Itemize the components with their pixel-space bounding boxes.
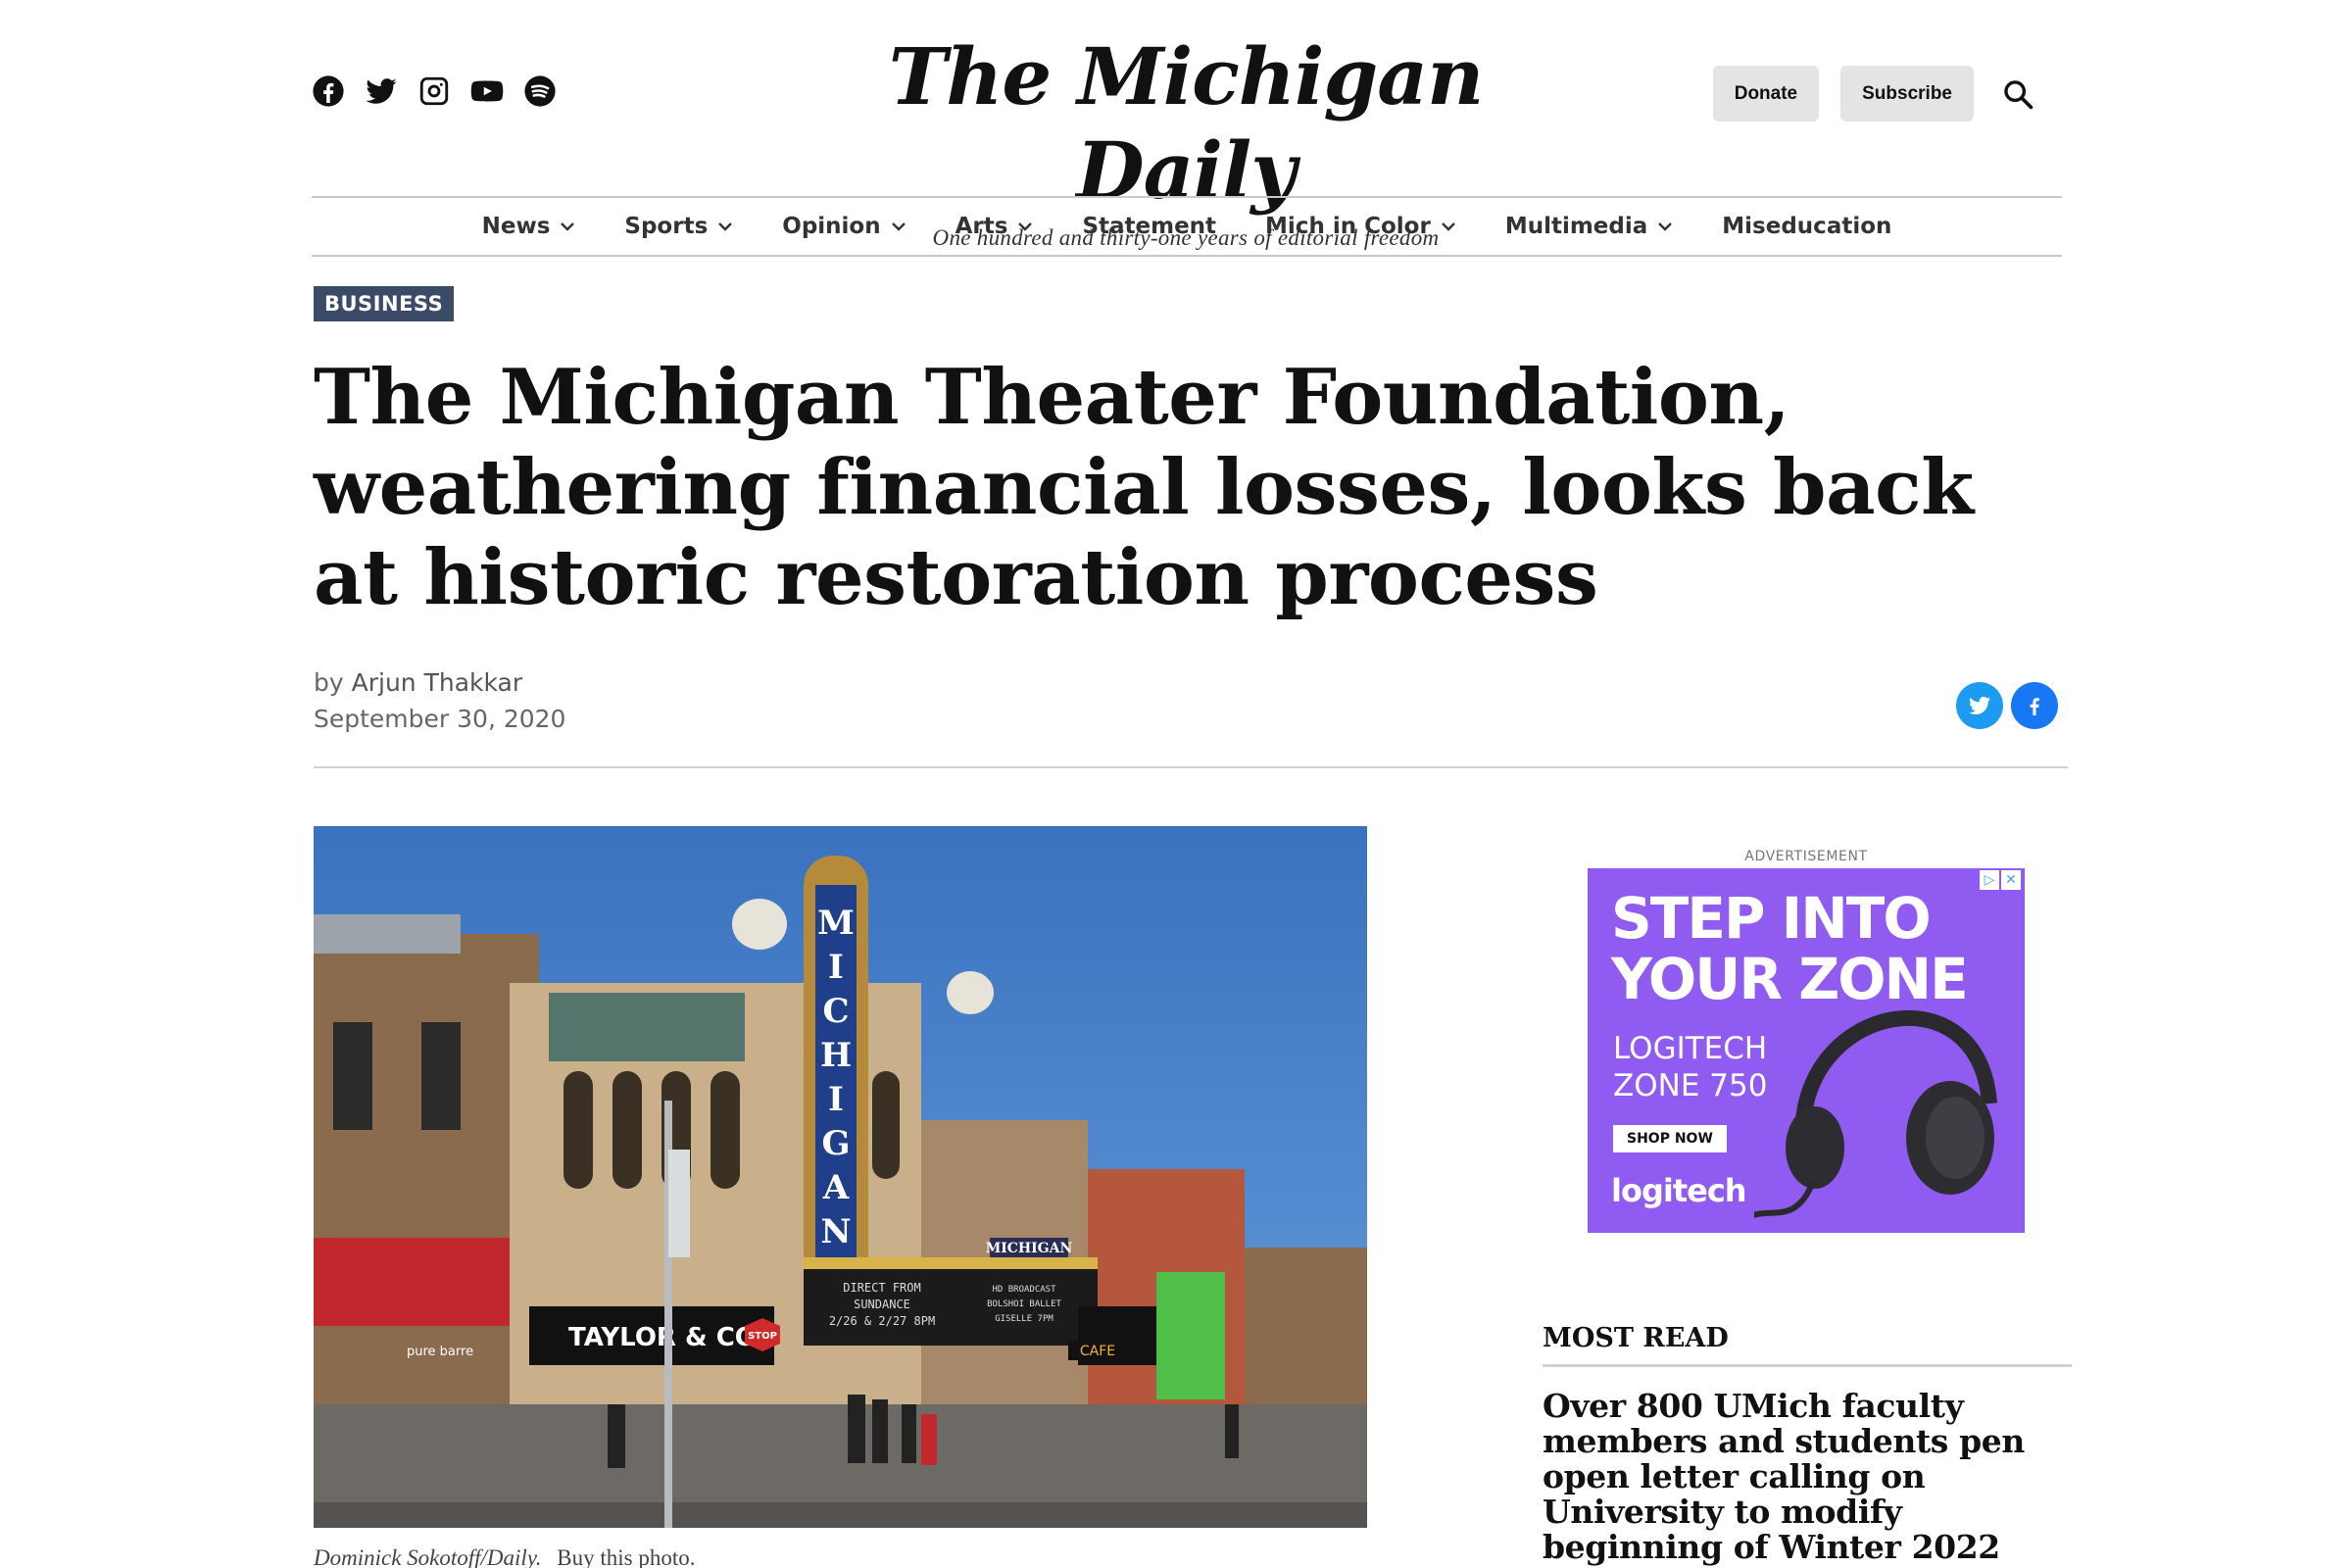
youtube-icon[interactable]: [470, 74, 504, 108]
nav-item-news[interactable]: News: [482, 214, 576, 239]
nav-item-label: News: [481, 214, 551, 239]
facebook-share-icon[interactable]: [2011, 682, 2058, 729]
svg-text:M: M: [817, 904, 855, 943]
nav-item-label: Multimedia: [1504, 214, 1648, 239]
ad-controls: ▷ ✕: [1980, 870, 2021, 890]
byline-prefix: by: [314, 668, 344, 697]
svg-text:DIRECT FROM: DIRECT FROM: [843, 1281, 920, 1295]
nav-item-mich-in-color[interactable]: Mich in Color: [1265, 214, 1456, 239]
spotify-icon[interactable]: [523, 74, 557, 108]
site-logo[interactable]: The Michigan Daily: [823, 29, 1548, 218]
byline: by Arjun Thakkar September 30, 2020: [314, 664, 565, 737]
chevron-down-icon: [561, 222, 575, 231]
ad-shop-now-button[interactable]: SHOP NOW: [1613, 1125, 1727, 1152]
article-headline: The Michigan Theater Foundation, weather…: [314, 353, 1974, 622]
svg-text:SUNDANCE: SUNDANCE: [854, 1298, 910, 1311]
svg-text:I: I: [828, 948, 844, 987]
most-read-item[interactable]: Over 800 UMich faculty members and stude…: [1543, 1389, 2072, 1568]
twitter-icon[interactable]: [365, 74, 398, 108]
header-divider: [314, 766, 2068, 768]
close-icon[interactable]: ✕: [2001, 870, 2021, 890]
ad-label: ADVERTISEMENT: [1744, 849, 1868, 864]
svg-text:TAYLOR & CO: TAYLOR & CO: [568, 1323, 757, 1352]
buy-photo-link[interactable]: Buy this photo.: [557, 1545, 695, 1568]
publish-date: September 30, 2020: [314, 705, 566, 733]
article-photo[interactable]: M I C H I G A N DIRECT FROM SUNDANCE 2/2…: [314, 826, 1367, 1528]
svg-text:2/26 & 2/27 8PM: 2/26 & 2/27 8PM: [829, 1314, 935, 1328]
nav-item-multimedia[interactable]: Multimedia: [1505, 214, 1673, 239]
svg-text:C: C: [822, 992, 849, 1031]
svg-text:G: G: [821, 1124, 850, 1163]
chevron-down-icon: [891, 222, 906, 231]
adchoices-icon[interactable]: ▷: [1980, 870, 1999, 890]
chevron-down-icon: [1018, 222, 1033, 231]
nav-item-sports[interactable]: Sports: [624, 214, 733, 239]
header-actions: Donate Subscribe: [1712, 66, 2040, 122]
nav-item-label: Miseducation: [1722, 214, 1892, 239]
svg-text:A: A: [822, 1168, 850, 1207]
ad-brand-logo: logitech: [1611, 1172, 1747, 1209]
ad-product: LOGITECH ZONE 750: [1613, 1030, 1767, 1104]
nav-item-opinion[interactable]: Opinion: [782, 214, 906, 239]
nav-item-label: Mich in Color: [1265, 214, 1431, 239]
nav-item-label: Statement: [1082, 214, 1217, 239]
svg-text:HD BROADCAST: HD BROADCAST: [992, 1285, 1056, 1295]
chevron-down-icon: [1441, 222, 1455, 231]
search-icon[interactable]: [1995, 72, 2040, 117]
svg-text:STOP: STOP: [748, 1331, 777, 1342]
category-badge[interactable]: BUSINESS: [314, 286, 455, 321]
subscribe-button[interactable]: Subscribe: [1840, 66, 1974, 122]
main-nav: News Sports Opinion Arts Statement Mich …: [312, 196, 2062, 257]
social-links: [312, 74, 557, 108]
svg-text:N: N: [820, 1212, 851, 1251]
site-header: The Michigan Daily One hundred and thirt…: [0, 0, 2352, 250]
ad-product-line: ZONE 750: [1613, 1068, 1768, 1103]
facebook-icon[interactable]: [312, 74, 345, 108]
svg-text:MICHIGAN: MICHIGAN: [986, 1241, 1073, 1256]
nav-item-label: Arts: [955, 214, 1008, 239]
most-read-divider: [1543, 1364, 2072, 1367]
author-link[interactable]: Arjun Thakkar: [352, 668, 523, 697]
nav-item-miseducation[interactable]: Miseducation: [1722, 214, 1891, 239]
instagram-icon[interactable]: [417, 74, 451, 108]
photo-caption: Dominick Sokotoff/Daily. Buy this photo.: [314, 1545, 695, 1568]
chevron-down-icon: [718, 222, 733, 231]
twitter-share-icon[interactable]: [1956, 682, 2003, 729]
most-read-heading: MOST READ: [1543, 1323, 1729, 1353]
svg-text:BOLSHOI BALLET: BOLSHOI BALLET: [987, 1299, 1061, 1309]
advertisement[interactable]: ▷ ✕ STEP INTO YOUR ZONE LOGITECH ZONE 75…: [1588, 868, 2025, 1233]
ad-product-line: LOGITECH: [1613, 1031, 1768, 1066]
svg-text:pure barre: pure barre: [407, 1345, 473, 1359]
ad-headline-line: STEP INTO: [1611, 885, 1932, 952]
photo-credit: Dominick Sokotoff/Daily.: [314, 1545, 542, 1568]
svg-text:I: I: [828, 1080, 844, 1119]
svg-text:GISELLE 7PM: GISELLE 7PM: [995, 1314, 1054, 1324]
headset-icon: [1754, 1010, 1997, 1219]
nav-item-label: Opinion: [782, 214, 881, 239]
svg-text:H: H: [820, 1036, 852, 1075]
svg-text:CAFE: CAFE: [1080, 1344, 1115, 1359]
nav-item-label: Sports: [624, 214, 709, 239]
chevron-down-icon: [1658, 222, 1673, 231]
nav-item-statement[interactable]: Statement: [1082, 214, 1216, 239]
share-buttons: [1956, 682, 2058, 729]
donate-button[interactable]: Donate: [1712, 66, 1820, 122]
nav-item-arts[interactable]: Arts: [956, 214, 1034, 239]
